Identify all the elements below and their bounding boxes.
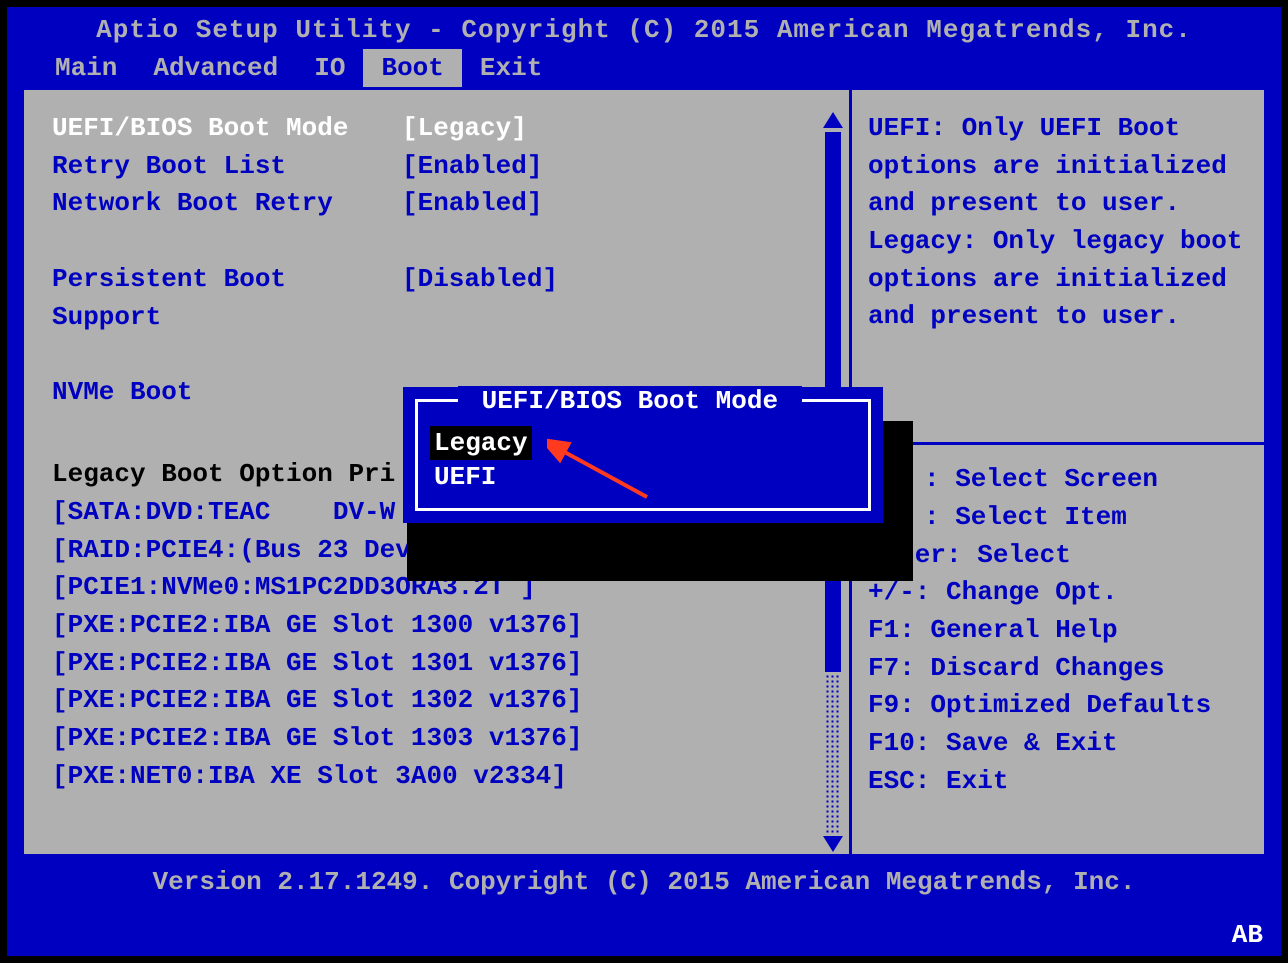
setting-label: UEFI/BIOS Boot Mode	[52, 110, 402, 148]
setting-row[interactable]: Retry Boot List[Enabled]	[52, 148, 839, 186]
setting-value: [Legacy]	[402, 110, 527, 148]
hint-line: : Select Screen	[868, 461, 1248, 499]
setting-value: [Disabled]	[402, 261, 558, 299]
setting-label: Network Boot Retry	[52, 185, 402, 223]
setting-value: [Enabled]	[402, 148, 542, 186]
setting-row[interactable]: Network Boot Retry[Enabled]	[52, 185, 839, 223]
hint-line: F7: Discard Changes	[868, 650, 1248, 688]
setting-row-cont[interactable]: Support	[52, 299, 839, 337]
corner-label: AB	[1232, 920, 1263, 950]
hint-line: ESC: Exit	[868, 763, 1248, 801]
popup-frame: UEFI/BIOS Boot Mode LegacyUEFI	[415, 399, 871, 511]
popup-option-uefi[interactable]: UEFI	[430, 460, 856, 494]
scroll-down-icon[interactable]	[823, 836, 843, 852]
hint-line: F1: General Help	[868, 612, 1248, 650]
scroll-track-dots	[825, 674, 841, 834]
setting-label: NVMe Boot	[52, 374, 402, 412]
app-title: Aptio Setup Utility - Copyright (C) 2015…	[7, 7, 1281, 49]
boot-priority-item[interactable]: [PXE:PCIE2:IBA GE Slot 1300 v1376]	[52, 607, 839, 645]
help-panel: UEFI: Only UEFI Boot options are initial…	[852, 90, 1264, 854]
setting-value: [Enabled]	[402, 185, 542, 223]
boot-priority-item[interactable]: [PXE:PCIE2:IBA GE Slot 1303 v1376]	[52, 720, 839, 758]
boot-priority-item[interactable]: [PXE:NET0:IBA XE Slot 3A00 v2334]	[52, 758, 839, 796]
setting-label: Retry Boot List	[52, 148, 402, 186]
hint-line: : Select Item	[868, 499, 1248, 537]
hint-text: : Select Item	[924, 499, 1127, 537]
hint-line: Enter: Select	[868, 537, 1248, 575]
hint-line: F9: Optimized Defaults	[868, 687, 1248, 725]
setting-label: Support	[52, 299, 402, 337]
popup-option-legacy[interactable]: Legacy	[430, 426, 532, 460]
hint-line: +/-: Change Opt.	[868, 574, 1248, 612]
boot-priority-item[interactable]: [PXE:PCIE2:IBA GE Slot 1302 v1376]	[52, 682, 839, 720]
boot-priority-item[interactable]: [PXE:PCIE2:IBA GE Slot 1301 v1376]	[52, 645, 839, 683]
scroll-up-icon[interactable]	[823, 112, 843, 128]
hint-line: F10: Save & Exit	[868, 725, 1248, 763]
popup-title: UEFI/BIOS Boot Mode	[458, 386, 802, 416]
tab-io[interactable]: IO	[296, 49, 363, 87]
bios-screen: Aptio Setup Utility - Copyright (C) 2015…	[5, 5, 1283, 958]
panel-divider	[852, 442, 1264, 445]
hint-text: : Select Screen	[924, 461, 1158, 499]
help-text: UEFI: Only UEFI Boot options are initial…	[868, 110, 1248, 336]
tab-bar: MainAdvancedIOBootExit	[7, 49, 1281, 87]
tab-exit[interactable]: Exit	[462, 49, 560, 87]
tab-main[interactable]: Main	[37, 49, 135, 87]
tab-boot[interactable]: Boot	[363, 49, 461, 87]
setting-row[interactable]: Persistent Boot[Disabled]	[52, 261, 839, 299]
setting-label: Persistent Boot	[52, 261, 402, 299]
tab-advanced[interactable]: Advanced	[135, 49, 296, 87]
setting-row[interactable]: UEFI/BIOS Boot Mode[Legacy]	[52, 110, 839, 148]
boot-mode-popup: UEFI/BIOS Boot Mode LegacyUEFI	[403, 387, 883, 523]
footer-text: Version 2.17.1249. Copyright (C) 2015 Am…	[7, 857, 1281, 901]
